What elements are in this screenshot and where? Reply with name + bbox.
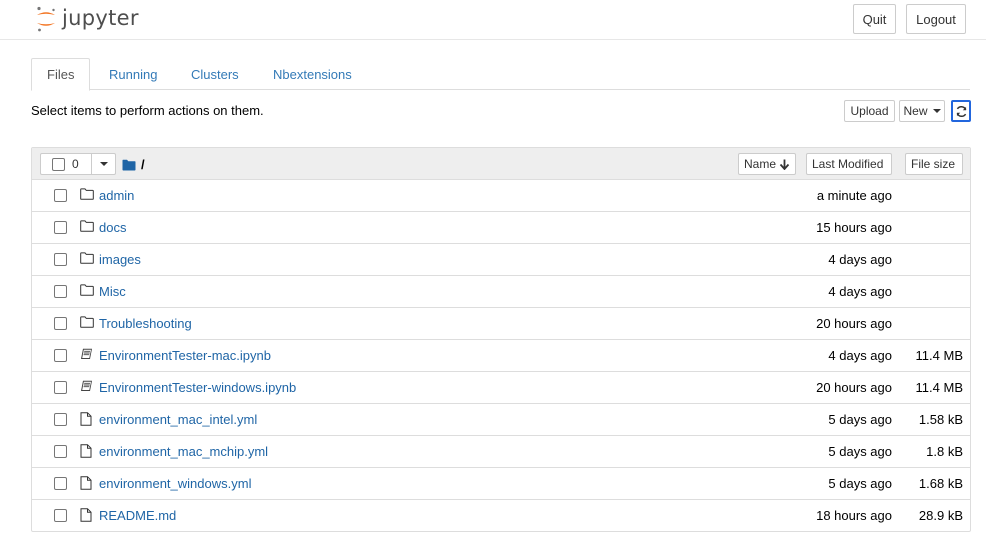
row-checkbox[interactable] bbox=[54, 413, 67, 426]
file-size: 28.9 kB bbox=[918, 508, 963, 523]
notebook-icon bbox=[80, 348, 94, 362]
file-name-link[interactable]: Troubleshooting bbox=[99, 316, 192, 331]
tab-files[interactable]: Files bbox=[31, 58, 90, 91]
new-dropdown-button[interactable]: New bbox=[899, 100, 945, 122]
selected-count: 0 bbox=[72, 157, 79, 171]
top-header: jupyter Quit Logout bbox=[0, 0, 986, 40]
file-name-link[interactable]: environment_mac_mchip.yml bbox=[99, 444, 268, 459]
upload-button[interactable]: Upload bbox=[844, 100, 895, 122]
file-size: 11.4 MB bbox=[915, 348, 963, 363]
folder-icon bbox=[80, 220, 94, 234]
file-modified: a minute ago bbox=[816, 188, 892, 203]
row-checkbox[interactable] bbox=[54, 285, 67, 298]
refresh-icon bbox=[956, 105, 966, 117]
file-name-link[interactable]: Misc bbox=[99, 284, 126, 299]
file-modified: 4 days ago bbox=[828, 284, 892, 299]
file-row[interactable]: environment_windows.yml 5 days ago 1.68 kB bbox=[32, 468, 970, 500]
file-row[interactable]: EnvironmentTester-mac.ipynb 4 days ago 11.… bbox=[32, 340, 970, 372]
file-row[interactable]: Troubleshooting 20 hours ago bbox=[32, 308, 970, 340]
sort-name-button[interactable]: Name bbox=[738, 153, 796, 175]
selection-hint: Select items to perform actions on them. bbox=[31, 103, 264, 118]
file-name-link[interactable]: EnvironmentTester-windows.ipynb bbox=[99, 380, 296, 395]
arrow-down-icon bbox=[779, 159, 790, 170]
file-row[interactable]: environment_mac_mchip.yml 5 days ago 1.8 k… bbox=[32, 436, 970, 468]
file-row[interactable]: EnvironmentTester-windows.ipynb 20 hours … bbox=[32, 372, 970, 404]
chevron-down-icon bbox=[99, 162, 108, 166]
file-name-link[interactable]: README.md bbox=[99, 508, 176, 523]
row-checkbox[interactable] bbox=[54, 509, 67, 522]
file-modified: 4 days ago bbox=[828, 348, 892, 363]
file-modified: 5 days ago bbox=[828, 444, 892, 459]
file-icon bbox=[80, 444, 94, 458]
sort-name-label: Name bbox=[744, 157, 777, 171]
sort-file-size-button[interactable]: File size bbox=[905, 153, 963, 175]
select-dropdown-button[interactable] bbox=[91, 154, 115, 174]
row-checkbox[interactable] bbox=[54, 445, 67, 458]
row-checkbox[interactable] bbox=[54, 477, 67, 490]
file-row[interactable]: images 4 days ago bbox=[32, 244, 970, 276]
file-modified: 5 days ago bbox=[828, 476, 892, 491]
file-row[interactable]: Misc 4 days ago bbox=[32, 276, 970, 308]
file-name-link[interactable]: environment_windows.yml bbox=[99, 476, 251, 491]
notebook-icon bbox=[80, 380, 94, 394]
file-size: 1.58 kB bbox=[918, 412, 963, 427]
sort-last-modified-button[interactable]: Last Modified bbox=[806, 153, 892, 175]
file-row[interactable]: admin a minute ago bbox=[32, 180, 970, 212]
select-all-group: 0 bbox=[40, 153, 116, 175]
jupyter-logo-icon bbox=[37, 6, 55, 32]
select-all-checkbox[interactable] bbox=[52, 157, 65, 171]
file-list: 0 / Name Last Modified File size admin a … bbox=[31, 147, 971, 532]
breadcrumb: / bbox=[122, 157, 145, 172]
file-modified: 5 days ago bbox=[828, 412, 892, 427]
folder-icon bbox=[80, 188, 94, 202]
file-modified: 18 hours ago bbox=[816, 508, 892, 523]
main-tabs: Files Running Clusters Nbextensions bbox=[31, 58, 970, 91]
folder-filled-icon[interactable] bbox=[122, 159, 136, 171]
row-checkbox[interactable] bbox=[54, 253, 67, 266]
chevron-down-icon bbox=[932, 109, 941, 113]
row-checkbox[interactable] bbox=[54, 189, 67, 202]
folder-icon bbox=[80, 284, 94, 298]
file-row[interactable]: docs 15 hours ago bbox=[32, 212, 970, 244]
file-icon bbox=[80, 508, 94, 522]
file-name-link[interactable]: environment_mac_intel.yml bbox=[99, 412, 257, 427]
tab-clusters[interactable]: Clusters bbox=[175, 58, 255, 90]
jupyter-logo[interactable]: jupyter bbox=[34, 4, 139, 34]
row-checkbox[interactable] bbox=[54, 221, 67, 234]
file-list-header: 0 / Name Last Modified File size bbox=[32, 148, 970, 180]
file-name-link[interactable]: admin bbox=[99, 188, 134, 203]
tab-nbextensions[interactable]: Nbextensions bbox=[257, 58, 368, 90]
tab-running[interactable]: Running bbox=[93, 58, 173, 90]
file-row[interactable]: README.md 18 hours ago 28.9 kB bbox=[32, 500, 970, 532]
file-icon bbox=[80, 476, 94, 490]
file-row[interactable]: environment_mac_intel.yml 5 days ago 1.58 … bbox=[32, 404, 970, 436]
logout-button[interactable]: Logout bbox=[906, 4, 966, 34]
file-modified: 20 hours ago bbox=[816, 380, 892, 395]
file-name-link[interactable]: docs bbox=[99, 220, 126, 235]
file-icon bbox=[80, 412, 94, 426]
folder-icon bbox=[80, 316, 94, 330]
new-label: New bbox=[903, 104, 928, 118]
file-name-link[interactable]: EnvironmentTester-mac.ipynb bbox=[99, 348, 271, 363]
folder-icon bbox=[80, 252, 94, 266]
breadcrumb-root[interactable]: / bbox=[141, 157, 145, 172]
file-modified: 15 hours ago bbox=[816, 220, 892, 235]
logo-text: jupyter bbox=[62, 6, 139, 30]
quit-button[interactable]: Quit bbox=[853, 4, 896, 34]
file-modified: 20 hours ago bbox=[816, 316, 892, 331]
refresh-button[interactable] bbox=[951, 100, 971, 122]
row-checkbox[interactable] bbox=[54, 349, 67, 362]
file-size: 1.68 kB bbox=[918, 476, 963, 491]
file-name-link[interactable]: images bbox=[99, 252, 141, 267]
file-size: 1.8 kB bbox=[926, 444, 963, 459]
file-size: 11.4 MB bbox=[915, 380, 963, 395]
row-checkbox[interactable] bbox=[54, 317, 67, 330]
row-checkbox[interactable] bbox=[54, 381, 67, 394]
file-modified: 4 days ago bbox=[828, 252, 892, 267]
